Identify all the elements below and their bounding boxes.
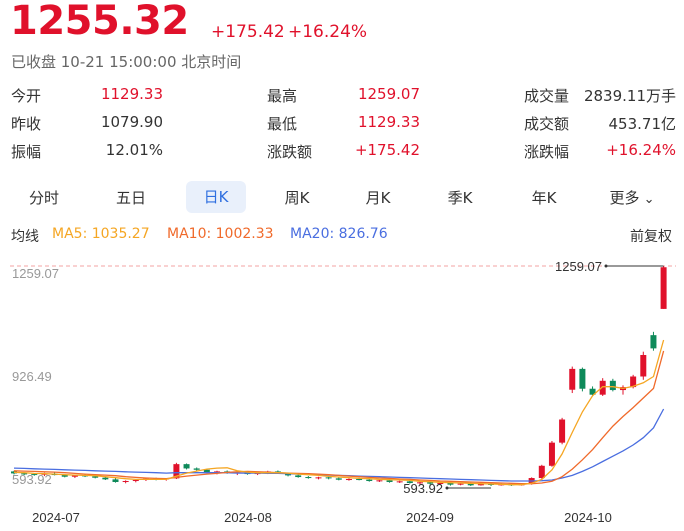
candle-body xyxy=(102,477,109,480)
min-price-label: 593.92 xyxy=(403,481,443,496)
x-axis-date-label: 2024-10 xyxy=(564,510,612,525)
candle-body xyxy=(609,380,616,391)
candle-body xyxy=(122,481,129,483)
ma5-line xyxy=(13,339,665,486)
candle-body xyxy=(345,479,352,481)
candle-body xyxy=(559,419,566,443)
kline-chart[interactable]: 1259.07926.49593.921259.07593.922024-07 2… xyxy=(0,0,684,531)
max-price-label: 1259.07 xyxy=(555,259,602,274)
candle-body xyxy=(132,480,139,482)
ma10-line xyxy=(13,350,665,485)
candle-body xyxy=(31,474,38,476)
candle-body xyxy=(112,479,119,483)
y-axis-tick-label: 1259.07 xyxy=(12,266,59,281)
candle-body xyxy=(640,354,647,377)
candle-body xyxy=(548,442,555,466)
candle-body xyxy=(579,368,586,389)
candle-body xyxy=(569,368,576,390)
candle-body xyxy=(183,464,190,469)
min-annotation-dot xyxy=(445,486,449,490)
candle-body xyxy=(325,477,332,479)
y-axis-tick-label: 926.49 xyxy=(12,369,52,384)
candle-body xyxy=(457,483,464,485)
candle-body xyxy=(305,477,312,479)
candle-body xyxy=(193,468,200,470)
candle-body xyxy=(386,480,393,483)
candle-body xyxy=(376,480,383,482)
x-axis-date-label: 2024-07 xyxy=(32,510,80,525)
candle-body xyxy=(650,335,657,349)
candle-body xyxy=(315,477,322,479)
max-annotation-dot xyxy=(604,264,608,268)
candle-body xyxy=(335,478,342,480)
x-axis-date-label: 2024-09 xyxy=(406,510,454,525)
candle-body xyxy=(660,267,667,309)
candle-body xyxy=(356,479,363,481)
candle-body xyxy=(21,473,28,475)
candle-body xyxy=(396,481,403,483)
x-axis-date-label: 2024-08 xyxy=(224,510,272,525)
candle-body xyxy=(92,476,99,478)
candle-body xyxy=(538,465,545,479)
candle-body xyxy=(366,479,373,482)
candle-body xyxy=(295,475,302,478)
